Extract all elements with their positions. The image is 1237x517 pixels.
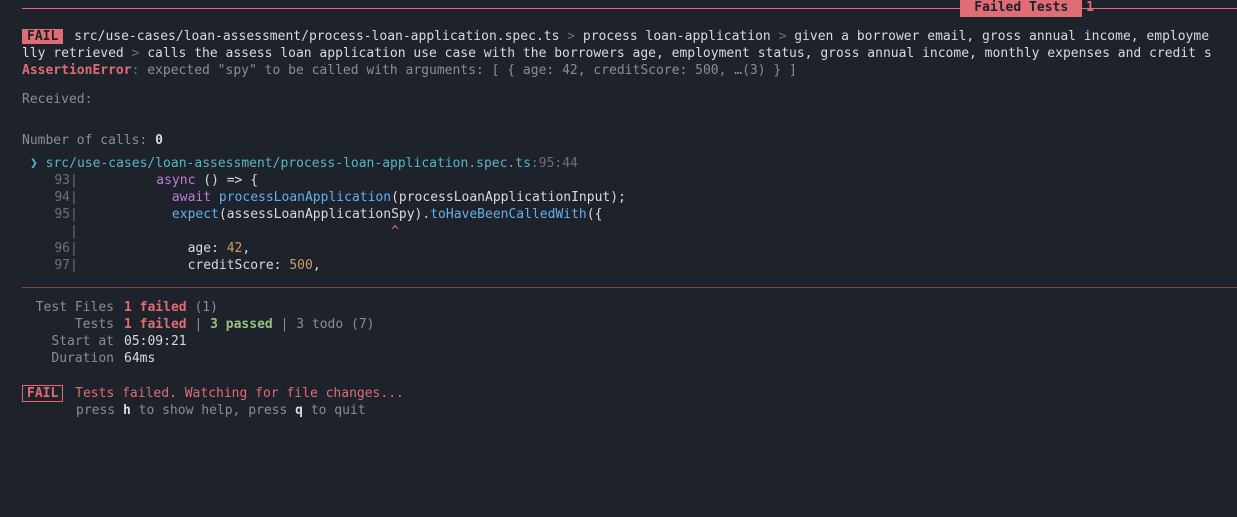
code-line-95: 95| expect(assessLoanApplicationSpy).toH… — [22, 207, 1215, 224]
number-of-calls: Number of calls: 0 — [22, 133, 1215, 150]
stack-trace-location: ❯ src/use-cases/loan-assessment/process-… — [22, 156, 1215, 173]
code-caret: | ^ — [22, 224, 1215, 241]
code-line-94: 94| await processLoanApplication(process… — [22, 190, 1215, 207]
watch-hint: press h to show help, press q to quit — [22, 403, 1215, 420]
fail-badge-outline: FAIL — [22, 385, 63, 402]
code-line-96: 96| age: 42, — [22, 241, 1215, 258]
banner-label: Failed Tests — [960, 0, 1082, 17]
summary-test-files: Test Files1 failed (1) — [22, 300, 1215, 317]
summary-duration: Duration64ms — [22, 351, 1215, 368]
fail-header-line-2: lly retrieved > calls the assess loan ap… — [22, 46, 1215, 63]
watch-status: FAIL Tests failed. Watching for file cha… — [22, 386, 1215, 403]
code-line-93: 93| async () => { — [22, 173, 1215, 190]
summary-start: Start at05:09:21 — [22, 334, 1215, 351]
summary-tests: Tests1 failed | 3 passed | 3 todo (7) — [22, 317, 1215, 334]
failed-tests-banner: Failed Tests 1 — [0, 0, 1237, 17]
code-line-97: 97| creditScore: 500, — [22, 258, 1215, 275]
banner-count: 1 — [1086, 0, 1094, 17]
assertion-error: AssertionError: expected "spy" to be cal… — [22, 63, 1215, 80]
fail-header-line-1: FAIL src/use-cases/loan-assessment/proce… — [22, 29, 1215, 46]
fail-badge: FAIL — [22, 29, 63, 44]
received-label: Received: — [22, 92, 1215, 109]
